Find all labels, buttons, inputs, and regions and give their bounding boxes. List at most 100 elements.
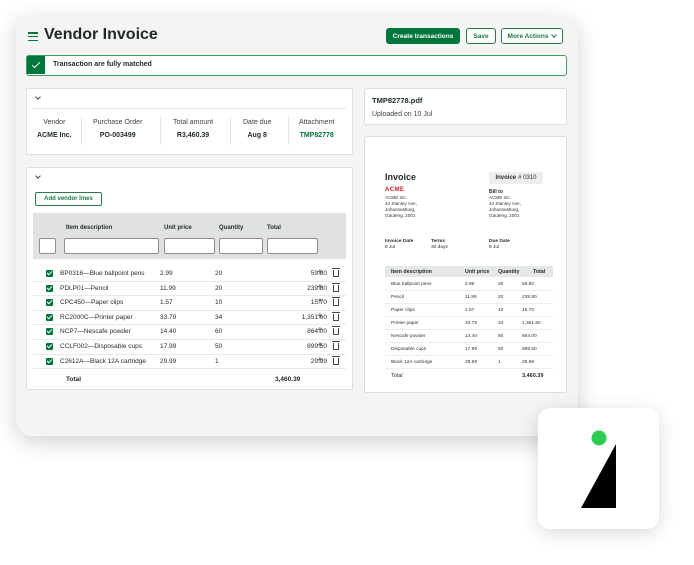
vendor-lines-card: Add vendor lines Item description Unit p… <box>26 167 353 390</box>
row-checkbox[interactable] <box>46 328 53 336</box>
row-unit-price: 17.99 <box>160 343 177 350</box>
row-checkbox[interactable] <box>46 343 53 350</box>
col-total: Total <box>267 225 281 231</box>
row-checkbox[interactable] <box>46 284 53 292</box>
row-quantity: 34 <box>215 313 223 321</box>
preview-row-description: Black 12A cartridge <box>391 360 433 365</box>
preview-invoice-number: Invoice # 0310 <box>489 172 543 184</box>
row-item-description: CCLF002—Disposable cups <box>60 343 143 350</box>
add-row-icon[interactable]: + <box>317 355 323 366</box>
divider <box>230 117 231 145</box>
add-row-icon[interactable]: + <box>317 326 323 336</box>
table-row: C2612A—Black 12A cartridge 29.99 1 29.99 + <box>33 355 346 370</box>
total-value: 3,460.39 <box>275 376 301 383</box>
row-item-description: CPC450—Paper clips <box>60 299 124 307</box>
add-row-icon[interactable]: + <box>317 311 323 322</box>
preview-row-total: 15.70 <box>522 308 535 313</box>
filter-total-input[interactable] <box>267 238 318 254</box>
preview-col-price: Unit price <box>465 269 490 275</box>
total-label: Total <box>66 376 82 383</box>
row-quantity: 60 <box>215 328 223 336</box>
row-unit-price: 1.57 <box>160 299 173 307</box>
preview-row-qty: 34 <box>498 321 504 326</box>
preview-row-price: 29.99 <box>465 360 478 365</box>
vendor-value: ACME Inc. <box>37 132 72 139</box>
add-row-icon[interactable]: + <box>317 268 323 278</box>
preview-row-qty: 10 <box>498 308 504 313</box>
trash-icon[interactable] <box>332 311 340 321</box>
table-row: BP0316—Blue ballpoint pens 2.99 20 59.80 + <box>33 267 346 282</box>
invoice-number-label: Invoice <box>495 175 517 181</box>
acme-logo: ACME <box>385 187 405 193</box>
preview-row-total: 239.80 <box>522 295 537 300</box>
invoice-summary-card: Vendor ACME Inc. Purchase Order PO-00349… <box>26 88 353 155</box>
total-amount-value: R3,460.39 <box>176 132 210 139</box>
total-amount-field: Total amount R3,460.39 <box>173 119 213 139</box>
more-actions-button[interactable]: More Actions <box>501 28 563 44</box>
trash-icon[interactable] <box>332 326 340 336</box>
collapse-chevron-icon[interactable] <box>35 173 41 179</box>
invoice-preview: Invoice Invoice # 0310 ACME ACME Inc. 44… <box>364 136 567 393</box>
trash-icon[interactable] <box>332 341 340 350</box>
terms-meta: Terms 30 days <box>431 239 448 251</box>
preview-total-value: 3,460.39 <box>522 373 544 379</box>
trash-icon[interactable] <box>332 297 340 307</box>
preview-row-description: Printer paper <box>391 321 419 326</box>
create-transactions-button[interactable]: Create transactions <box>386 28 460 44</box>
table-row: CPC450—Paper clips 1.57 10 15.70 + <box>33 296 346 311</box>
vendor-invoice-window: Vendor Invoice Create transactions Save … <box>16 16 578 436</box>
preview-row-total: 29.99 <box>522 360 535 365</box>
row-item-description: PDLP01—Pencil <box>60 284 109 292</box>
po-value: PO-003499 <box>99 132 136 139</box>
row-checkbox[interactable] <box>46 299 53 307</box>
row-unit-price: 29.99 <box>160 357 177 365</box>
preview-row-qty: 20 <box>498 282 504 287</box>
preview-table-row: Paper clips 1.57 10 15.70 <box>385 304 553 317</box>
attachment-card: TMP82778.pdf Uploaded on 10 Jul <box>364 88 567 125</box>
filter-quantity-input[interactable] <box>219 238 263 254</box>
collapse-chevron-icon[interactable] <box>35 94 41 100</box>
row-quantity: 20 <box>215 270 223 277</box>
row-checkbox[interactable] <box>46 313 53 321</box>
filter-item-description-input[interactable] <box>64 238 159 254</box>
attachment-filename[interactable]: TMP82778.pdf <box>372 96 422 105</box>
preview-row-price: 11.99 <box>465 295 477 300</box>
trash-icon[interactable] <box>332 282 340 292</box>
filter-unit-price-input[interactable] <box>164 238 215 254</box>
date-due-field: Date due Aug 8 <box>243 119 271 139</box>
terms-value: 30 days <box>431 245 448 250</box>
save-button[interactable]: Save <box>466 28 496 44</box>
divider <box>288 117 289 145</box>
preview-row-total: 59.80 <box>522 282 535 287</box>
table-row: RC2000C—Printer paper 33.79 34 1,351.60 + <box>33 311 346 326</box>
add-row-icon[interactable]: + <box>317 341 323 351</box>
row-item-description: NCP7—Nescafe powder <box>60 328 131 336</box>
vendor-label: Vendor <box>43 119 66 126</box>
trash-icon[interactable] <box>332 268 340 277</box>
add-vendor-lines-button[interactable]: Add vendor lines <box>35 192 102 206</box>
row-checkbox[interactable] <box>46 270 53 277</box>
preview-row-total: 899.50 <box>522 347 537 352</box>
select-all-checkbox[interactable] <box>39 238 56 254</box>
po-label: Purchase Order <box>93 119 143 126</box>
preview-table-row: Printer paper 33.79 34 1,351.60 <box>385 317 553 330</box>
attachment-link[interactable]: TMP82778 <box>299 132 334 139</box>
bill-to-address: ACME Inc. 44 Stanley Ave, Johannesburg, … <box>489 195 521 218</box>
date-due-value: Aug 8 <box>247 132 267 139</box>
col-unit-price: Unit price <box>164 225 192 231</box>
invoice-date-meta: Invoice Date 8 Jul <box>385 239 413 251</box>
preview-row-qty: 20 <box>498 295 504 300</box>
add-row-icon[interactable]: + <box>317 297 323 307</box>
list-menu-icon[interactable] <box>28 32 38 42</box>
col-quantity: Quantity <box>219 225 244 231</box>
preview-col-total: Total <box>533 269 546 275</box>
row-unit-price: 2.99 <box>160 270 173 277</box>
table-row: NCP7—Nescafe powder 14.40 60 864.00 + <box>33 325 346 340</box>
row-checkbox[interactable] <box>46 357 53 365</box>
divider <box>33 108 346 109</box>
vendor-field: Vendor ACME Inc. <box>37 119 72 139</box>
add-row-icon[interactable]: + <box>317 282 323 293</box>
preview-table-row: Nescafe powder 14.40 60 864.00 <box>385 330 553 343</box>
preview-row-description: Blue ballpoint pens <box>391 282 432 287</box>
trash-icon[interactable] <box>332 355 340 365</box>
